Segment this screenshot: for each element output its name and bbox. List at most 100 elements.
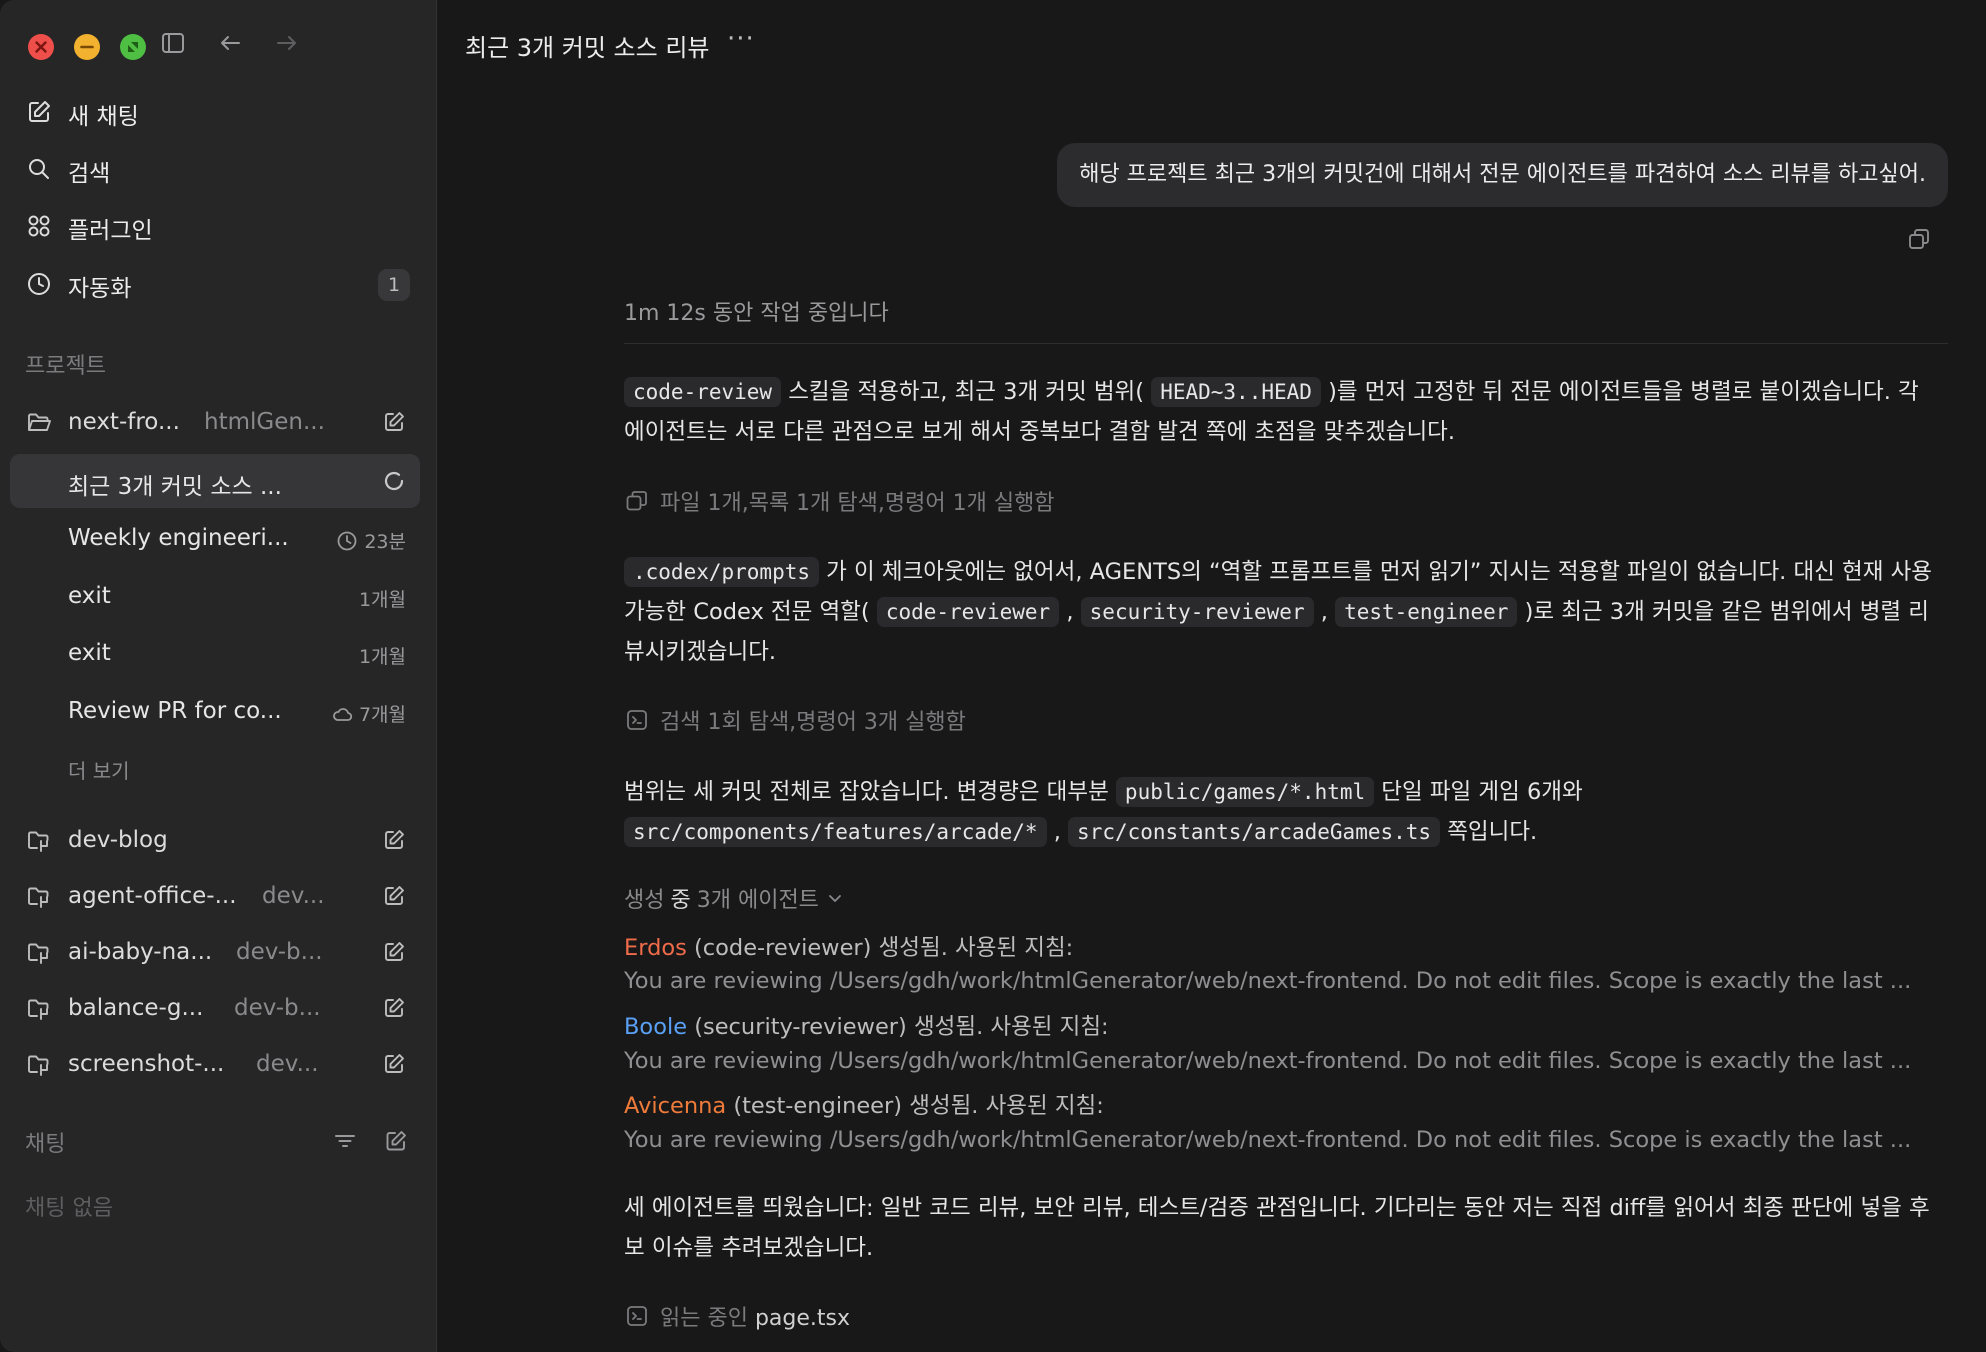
agent-instructions: You are reviewing /Users/gdh/work/htmlGe… (624, 1127, 1912, 1153)
plugins-icon (26, 213, 52, 239)
divider (624, 343, 1948, 344)
nav-new-chat[interactable]: 새 채팅 (10, 87, 420, 137)
minimize-window-button[interactable] (74, 34, 100, 60)
thread-title: 최근 3개 커밋 소스 ... (68, 474, 282, 500)
agent-name[interactable]: Erdos (624, 935, 687, 961)
thread-item[interactable]: exit 1개월 (10, 627, 420, 681)
thread-title: Review PR for co... (68, 698, 282, 724)
inline-code: src/constants/arcadeGames.ts (1068, 817, 1441, 847)
thread-item[interactable]: Weekly engineeri... 23분 (10, 512, 420, 566)
thread-time: 1개월 (359, 585, 406, 612)
new-chat-icon[interactable] (383, 1128, 409, 1154)
assistant-paragraph: .codex/prompts 가 이 체크아웃에는 없어서, AGENTS의 “… (624, 552, 1946, 672)
back-arrow-icon[interactable] (215, 28, 245, 58)
thread-time: 23분 (336, 527, 406, 554)
agent-role: (security-reviewer) 생성됨. 사용된 지침: (687, 1014, 1109, 1040)
project-name: ai-baby-na... (68, 939, 213, 965)
assistant-paragraph: code-review 스킬을 적용하고, 최근 3개 커밋 범위( HEAD~… (624, 372, 1946, 452)
project-name: balance-g... (68, 995, 204, 1021)
user-message: 해당 프로젝트 최근 3개의 커밋건에 대해서 전문 에이전트를 파견하여 소스… (1057, 143, 1948, 207)
page-title: 최근 3개 커밋 소스 리뷰 (465, 34, 710, 62)
project-item[interactable]: next-fro... htmlGen... (10, 396, 420, 448)
thread-title: exit (68, 583, 111, 609)
thread-time-label: 1개월 (358, 646, 406, 668)
more-options-button[interactable]: ··· (727, 24, 755, 54)
folder-git-icon (26, 884, 52, 910)
text-span: 범위는 세 커밋 전체로 잡았습니다. 변경량은 대부분 (624, 779, 1116, 805)
project-path: dev... (262, 883, 325, 909)
project-item[interactable]: balance-g... dev-b... (10, 982, 420, 1034)
project-name: dev-blog (68, 827, 168, 853)
thread-time-label: 1개월 (358, 589, 406, 611)
thread-time-label: 23분 (364, 531, 406, 553)
chats-section-label: 채팅 (25, 1132, 66, 1157)
activity-text: 읽는 중인 (660, 1306, 755, 1331)
activity-summary[interactable]: 파일 1개,목록 1개 탐색,명령어 1개 실행함 (624, 485, 1055, 517)
activity-summary[interactable]: 검색 1회 탐색,명령어 3개 실행함 (624, 704, 966, 736)
project-item[interactable]: dev-blog (10, 814, 420, 866)
agent-instructions: You are reviewing /Users/gdh/work/htmlGe… (624, 968, 1912, 994)
inline-code: security-reviewer (1080, 597, 1314, 627)
agent-header: Avicenna (test-engineer) 생성됨. 사용된 지침: (624, 1088, 1954, 1120)
inline-code: HEAD~3..HEAD (1151, 377, 1321, 407)
folder-git-icon (26, 1052, 52, 1078)
inline-code: src/components/features/arcade/* (624, 817, 1047, 847)
thread-item-active[interactable]: 최근 3개 커밋 소스 ... (10, 454, 420, 508)
clock-icon (26, 271, 52, 297)
titlebar (0, 0, 436, 90)
copy-icon[interactable] (1906, 226, 1932, 252)
folder-git-icon (26, 940, 52, 966)
text-span: , (1059, 599, 1081, 625)
chevron-down-icon (829, 895, 841, 902)
thread-time-label: 7개월 (358, 704, 406, 726)
project-item[interactable]: screenshot-... dev... (10, 1038, 420, 1090)
toggle-sidebar-icon[interactable] (158, 28, 188, 58)
show-more-link[interactable]: 더 보기 (68, 755, 130, 784)
folder-open-icon (26, 410, 52, 436)
new-thread-icon[interactable] (382, 410, 406, 434)
projects-section-label: 프로젝트 (25, 354, 106, 379)
nav-plugins[interactable]: 플러그인 (10, 201, 420, 251)
project-item[interactable]: ai-baby-na... dev-b... (10, 926, 420, 978)
agent-header: Boole (security-reviewer) 생성됨. 사용된 지침: (624, 1009, 1954, 1041)
new-thread-icon[interactable] (382, 828, 406, 852)
new-thread-icon[interactable] (382, 996, 406, 1020)
agents-group-toggle[interactable]: 생성 중 3개 에이전트 (624, 882, 845, 914)
text-span: 쪽입니다. (1440, 819, 1538, 845)
text-span: 스킬을 적용하고, 최근 3개 커밋 범위( (781, 379, 1152, 405)
agent-instructions: You are reviewing /Users/gdh/work/htmlGe… (624, 1048, 1912, 1074)
conversation-panel: 최근 3개 커밋 소스 리뷰 ··· 해당 프로젝트 최근 3개의 커밋건에 대… (437, 0, 1986, 1352)
project-path: htmlGen... (204, 409, 325, 435)
filter-icon[interactable] (332, 1128, 358, 1154)
inline-code: public/games/*.html (1115, 777, 1375, 807)
new-thread-icon[interactable] (382, 940, 406, 964)
assistant-paragraph: 범위는 세 커밋 전체로 잡았습니다. 변경량은 대부분 public/game… (624, 772, 1946, 852)
project-item[interactable]: agent-office-... dev... (10, 870, 420, 922)
no-chats-text: 채팅 없음 (25, 1196, 113, 1221)
folder-git-icon (26, 996, 52, 1022)
app-window: 새 채팅 검색 플러그인 자동화 1 프로젝트 next-fro... html… (0, 0, 1986, 1352)
activity-summary[interactable]: 읽는 중인 page.tsx (624, 1300, 850, 1332)
new-thread-icon[interactable] (382, 884, 406, 908)
nav-search[interactable]: 검색 (10, 144, 420, 194)
thread-item[interactable]: Review PR for co... 7개월 (10, 685, 420, 739)
agent-role: (code-reviewer) 생성됨. 사용된 지침: (686, 935, 1074, 961)
agent-name[interactable]: Boole (624, 1014, 687, 1040)
forward-arrow-icon[interactable] (272, 28, 302, 58)
agent-name[interactable]: Avicenna (624, 1093, 726, 1119)
files-icon (626, 491, 647, 511)
close-window-button[interactable] (28, 34, 54, 60)
automation-count-badge: 1 (378, 269, 410, 301)
search-icon (26, 156, 52, 182)
maximize-window-button[interactable] (120, 34, 146, 60)
project-path: dev-b... (234, 995, 321, 1021)
thread-item[interactable]: exit 1개월 (10, 570, 420, 624)
terminal-icon (627, 1306, 647, 1326)
activity-text: 검색 1회 탐색,명령어 3개 실행함 (660, 710, 966, 735)
new-thread-icon[interactable] (382, 1052, 406, 1076)
project-name: next-fro... (68, 409, 180, 435)
inline-code: test-engineer (1335, 597, 1518, 627)
thread-title: exit (68, 640, 111, 666)
folder-git-icon (26, 828, 52, 854)
nav-automation[interactable]: 자동화 1 (10, 259, 420, 309)
